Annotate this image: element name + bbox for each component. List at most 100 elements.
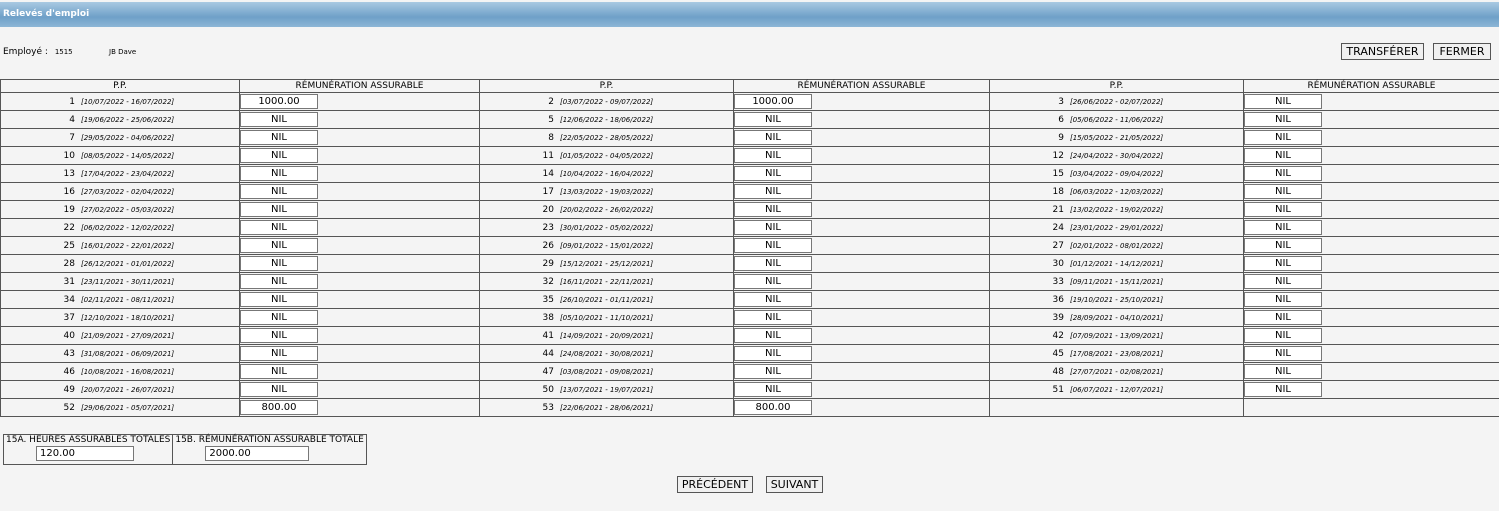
- insurable-earnings-field[interactable]: NIL: [734, 292, 812, 307]
- insurable-earnings-field[interactable]: NIL: [734, 364, 812, 379]
- pay-period-number: 45: [1052, 348, 1064, 359]
- insurable-earnings-field[interactable]: NIL: [1244, 292, 1322, 307]
- pay-period-number: 49: [63, 384, 75, 395]
- insurable-earnings-field[interactable]: 1000.00: [734, 94, 812, 109]
- insurable-earnings-field[interactable]: NIL: [734, 256, 812, 271]
- insurable-earnings-field[interactable]: NIL: [1244, 202, 1322, 217]
- insurable-earnings-cell: NIL: [1243, 290, 1499, 309]
- pay-period-dates: [14/09/2021 - 20/09/2021]: [560, 331, 654, 340]
- pay-period-dates: [12/06/2022 - 18/06/2022]: [560, 115, 654, 124]
- insurable-earnings-field[interactable]: NIL: [1244, 166, 1322, 181]
- pay-period-cell: 30 [01/12/2021 - 14/12/2021]: [989, 254, 1244, 273]
- table-row: 7 [29/05/2022 - 04/06/2022] NIL 8 [22/05/202…: [0, 128, 1499, 147]
- pay-period-number: 20: [542, 204, 554, 215]
- insurable-earnings-field[interactable]: NIL: [240, 184, 318, 199]
- insurable-earnings-field[interactable]: NIL: [734, 274, 812, 289]
- insurable-earnings-cell: NIL: [1243, 362, 1499, 381]
- insurable-earnings-field[interactable]: NIL: [1244, 274, 1322, 289]
- insurable-earnings-field[interactable]: NIL: [240, 148, 318, 163]
- insurable-earnings-field[interactable]: NIL: [240, 382, 318, 397]
- insurable-earnings-cell: NIL: [733, 308, 990, 327]
- insurable-earnings-field[interactable]: NIL: [1244, 94, 1322, 109]
- insurable-earnings-field[interactable]: NIL: [734, 346, 812, 361]
- insurable-earnings-field[interactable]: NIL: [1244, 238, 1322, 253]
- pay-period-number: 9: [1058, 132, 1064, 143]
- insurable-earnings-cell: NIL: [1243, 272, 1499, 291]
- insurable-earnings-field[interactable]: NIL: [1244, 364, 1322, 379]
- insurable-earnings-field[interactable]: NIL: [240, 274, 318, 289]
- insurable-earnings-field[interactable]: NIL: [734, 112, 812, 127]
- insurable-earnings-field[interactable]: NIL: [240, 292, 318, 307]
- insurable-earnings-field[interactable]: NIL: [734, 310, 812, 325]
- insurable-earnings-cell: NIL: [1243, 164, 1499, 183]
- insurable-earnings-field[interactable]: 800.00: [240, 400, 318, 415]
- insurable-earnings-field[interactable]: NIL: [240, 328, 318, 343]
- insurable-earnings-field[interactable]: NIL: [240, 220, 318, 235]
- pay-period-dates: [13/02/2022 - 19/02/2022]: [1070, 205, 1164, 214]
- insurable-earnings-field[interactable]: NIL: [1244, 220, 1322, 235]
- insurable-earnings-field[interactable]: NIL: [1244, 328, 1322, 343]
- insurable-earnings-field[interactable]: NIL: [1244, 382, 1322, 397]
- insurable-earnings-field[interactable]: NIL: [734, 166, 812, 181]
- insurable-earnings-field[interactable]: NIL: [734, 202, 812, 217]
- pay-period-number: 28: [63, 258, 75, 269]
- insurable-earnings-field[interactable]: NIL: [240, 364, 318, 379]
- total-earnings-field[interactable]: 2000.00: [205, 446, 310, 461]
- total-hours-field[interactable]: 120.00: [36, 446, 134, 461]
- insurable-earnings-field[interactable]: NIL: [240, 202, 318, 217]
- insurable-earnings-field[interactable]: NIL: [240, 256, 318, 271]
- insurable-earnings-field[interactable]: NIL: [1244, 148, 1322, 163]
- insurable-earnings-cell: NIL: [239, 200, 480, 219]
- pay-period-dates: [24/04/2022 - 30/04/2022]: [1070, 151, 1164, 160]
- pay-period-number: 14: [542, 168, 554, 179]
- pay-period-dates: [10/08/2021 - 16/08/2021]: [81, 367, 175, 376]
- close-button[interactable]: FERMER: [1433, 43, 1491, 60]
- pay-period-dates: [17/08/2021 - 23/08/2021]: [1070, 349, 1164, 358]
- insurable-earnings-field[interactable]: NIL: [240, 346, 318, 361]
- previous-button[interactable]: PRÉCÉDENT: [677, 476, 753, 493]
- insurable-earnings-field[interactable]: NIL: [734, 148, 812, 163]
- pay-period-number: 3: [1058, 96, 1064, 107]
- insurable-earnings-field[interactable]: NIL: [1244, 256, 1322, 271]
- pay-period-dates: [15/05/2022 - 21/05/2022]: [1070, 133, 1164, 142]
- insurable-earnings-cell: NIL: [1243, 92, 1499, 111]
- insurable-earnings-field[interactable]: NIL: [240, 238, 318, 253]
- insurable-earnings-field[interactable]: NIL: [1244, 310, 1322, 325]
- insurable-earnings-field[interactable]: NIL: [1244, 112, 1322, 127]
- pay-period-cell: 11 [01/05/2022 - 04/05/2022]: [479, 146, 734, 165]
- insurable-earnings-field[interactable]: NIL: [734, 238, 812, 253]
- pay-period-number: 47: [542, 366, 554, 377]
- insurable-earnings-field[interactable]: NIL: [734, 328, 812, 343]
- window-title-bar: Relevés d'emploi: [0, 2, 1499, 27]
- insurable-earnings-field[interactable]: 800.00: [734, 400, 812, 415]
- column-header-pp: P.P.: [479, 79, 734, 93]
- pay-period-number: 48: [1052, 366, 1064, 377]
- employee-name: JB Dave: [109, 48, 137, 56]
- pay-period-cell: 13 [17/04/2022 - 23/04/2022]: [0, 164, 240, 183]
- insurable-earnings-field[interactable]: NIL: [734, 382, 812, 397]
- insurable-earnings-field[interactable]: NIL: [1244, 184, 1322, 199]
- pay-period-dates: [06/07/2021 - 12/07/2021]: [1070, 385, 1164, 394]
- pay-period-dates: [16/11/2021 - 22/11/2021]: [560, 277, 654, 286]
- insurable-earnings-field[interactable]: 1000.00: [240, 94, 318, 109]
- insurable-earnings-field[interactable]: NIL: [734, 220, 812, 235]
- transfer-button[interactable]: TRANSFÉRER: [1341, 43, 1424, 60]
- window-title: Relevés d'emploi: [3, 9, 90, 19]
- pay-period-dates: [30/01/2022 - 05/02/2022]: [560, 223, 654, 232]
- insurable-earnings-field[interactable]: NIL: [1244, 346, 1322, 361]
- insurable-earnings-field[interactable]: NIL: [1244, 130, 1322, 145]
- pay-period-cell: 24 [23/01/2022 - 29/01/2022]: [989, 218, 1244, 237]
- insurable-earnings-field[interactable]: NIL: [240, 112, 318, 127]
- insurable-earnings-field[interactable]: NIL: [734, 130, 812, 145]
- insurable-earnings-cell: NIL: [733, 362, 990, 381]
- insurable-earnings-field[interactable]: NIL: [240, 310, 318, 325]
- insurable-earnings-field[interactable]: NIL: [240, 130, 318, 145]
- insurable-earnings-field[interactable]: NIL: [240, 166, 318, 181]
- insurable-earnings-field[interactable]: NIL: [734, 184, 812, 199]
- next-button[interactable]: SUIVANT: [766, 476, 823, 493]
- pay-period-dates: [12/10/2021 - 18/10/2021]: [81, 313, 175, 322]
- insurable-earnings-cell: NIL: [1243, 236, 1499, 255]
- pay-period-dates: [23/01/2022 - 29/01/2022]: [1070, 223, 1164, 232]
- table-row: 43 [31/08/2021 - 06/09/2021] NIL 44 [24/08/2…: [0, 344, 1499, 363]
- pay-period-number: 15: [1052, 168, 1064, 179]
